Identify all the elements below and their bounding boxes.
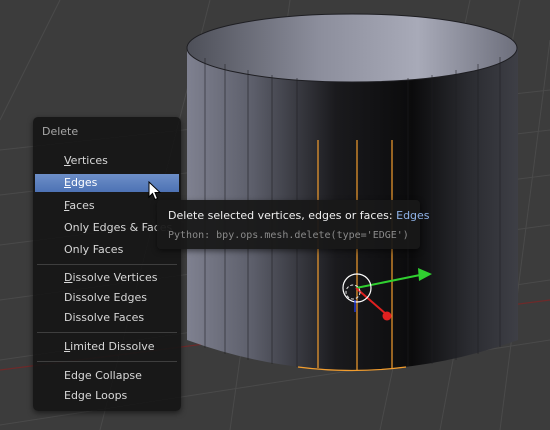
menu-item-label: Dissolve Faces — [64, 311, 145, 324]
menu-item-label: imited Dissolve — [70, 340, 155, 353]
menu-item-dissolve-edges[interactable]: Dissolve Edges — [35, 289, 179, 307]
menu-item-limited-dissolve[interactable]: Limited Dissolve — [35, 338, 179, 356]
tooltip-value: Edges — [396, 209, 430, 222]
menu-item-label: aces — [69, 199, 95, 212]
menu-item-label: Only Faces — [64, 243, 124, 256]
menu-item-label: ertices — [70, 154, 108, 167]
menu-separator — [37, 361, 177, 362]
menu-item-label: issolve Vertices — [72, 271, 158, 284]
menu-item-edge-collapse[interactable]: Edge Collapse — [35, 367, 179, 385]
menu-separator — [37, 332, 177, 333]
cylinder-mesh[interactable] — [186, 13, 518, 372]
operator-tooltip: Delete selected vertices, edges or faces… — [157, 200, 430, 249]
menu-item-label: Dissolve Edges — [64, 291, 147, 304]
menu-separator — [37, 264, 177, 265]
mouse-cursor-icon — [148, 180, 162, 205]
menu-item-dissolve-faces[interactable]: Dissolve Faces — [35, 309, 179, 327]
menu-title: Delete — [42, 125, 79, 138]
menu-item-mnemonic: E — [64, 176, 71, 189]
menu-item-mnemonic: V — [64, 154, 71, 167]
delete-menu: Delete Vertices Edges Faces Only Edges &… — [33, 117, 181, 411]
menu-item-dissolve-vertices[interactable]: Dissolve Vertices — [35, 269, 179, 287]
menu-item-label: Edge Loops — [64, 389, 128, 402]
tooltip-description-line: Delete selected vertices, edges or faces… — [168, 209, 430, 222]
menu-item-vertices[interactable]: Vertices — [35, 152, 179, 170]
menu-item-label: dges — [70, 176, 98, 189]
tooltip-description: Delete selected vertices, edges or faces… — [168, 209, 393, 222]
tooltip-python: Python: bpy.ops.mesh.delete(type='EDGE') — [168, 230, 409, 241]
menu-item-label: Edge Collapse — [64, 369, 142, 382]
menu-item-edge-loops[interactable]: Edge Loops — [35, 387, 179, 405]
